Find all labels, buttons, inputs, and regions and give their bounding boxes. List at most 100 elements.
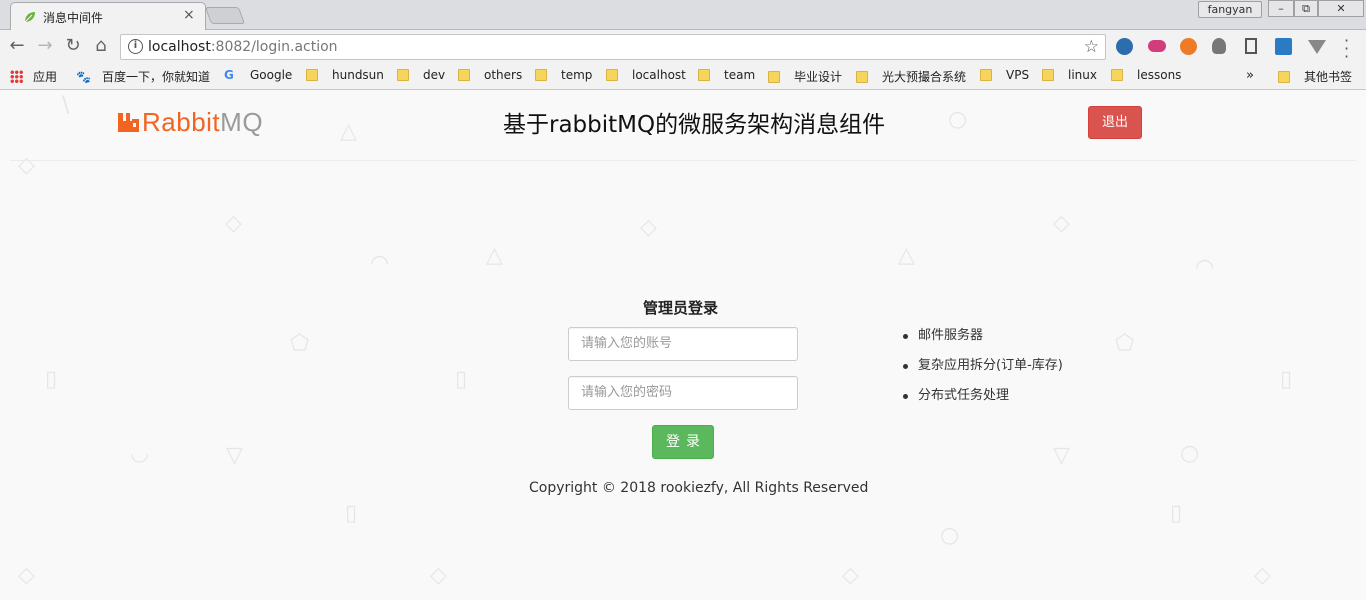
background-decoration: ⬠	[290, 331, 310, 356]
browser-tab[interactable]: 消息中间件 ×	[10, 2, 206, 30]
background-decoration: ◇	[225, 211, 242, 236]
folder-icon	[1278, 71, 1290, 83]
new-tab-button[interactable]	[204, 7, 246, 24]
logo-text: RabbitMQ	[142, 107, 264, 137]
bookmark-folder[interactable]: localhost	[606, 68, 686, 85]
url-path: :8082/login.action	[210, 39, 338, 55]
background-decoration: ○	[948, 107, 968, 132]
background-decoration: △	[340, 119, 357, 144]
folder-icon	[306, 69, 318, 81]
extension-v-icon[interactable]	[1308, 40, 1326, 54]
background-decoration: ▯	[1170, 501, 1183, 526]
login-title: 管理员登录	[643, 299, 719, 317]
maximize-button[interactable]: ⧉	[1294, 0, 1318, 17]
background-decoration: △	[486, 243, 503, 268]
feature-list: 邮件服务器 复杂应用拆分(订单-库存) 分布式任务处理	[903, 326, 1063, 416]
url-host: localhost	[148, 39, 211, 55]
list-item: 复杂应用拆分(订单-库存)	[903, 356, 1063, 386]
username-input[interactable]: 请输入您的账号	[568, 327, 798, 361]
folder-icon	[458, 69, 470, 81]
background-decoration: ▯	[45, 367, 58, 392]
list-item: 邮件服务器	[903, 326, 1063, 356]
bookmarks-more-button[interactable]: »	[1246, 68, 1254, 85]
background-decoration: ◇	[1254, 563, 1271, 588]
logout-button[interactable]: 退出	[1088, 106, 1142, 139]
background-decoration: ◇	[18, 153, 35, 178]
background-decoration: ○	[940, 523, 960, 548]
folder-icon	[1042, 69, 1054, 81]
tab-title: 消息中间件	[43, 11, 104, 25]
extension-bulb-icon[interactable]	[1212, 38, 1226, 54]
bookmark-folder[interactable]: 光大预撮合系统	[856, 68, 966, 85]
bookmark-folder[interactable]: others	[458, 68, 522, 85]
folder-icon	[856, 71, 868, 83]
url-text[interactable]: localhost:8082/login.action	[148, 39, 338, 55]
back-icon[interactable]: ←	[6, 35, 28, 57]
google-icon: G	[224, 68, 234, 82]
apps-icon	[10, 70, 23, 83]
background-decoration: ▽	[226, 443, 243, 468]
bookmark-icon[interactable]	[1245, 38, 1257, 54]
window-close-button[interactable]: ✕	[1318, 0, 1364, 17]
forward-icon[interactable]: →	[34, 35, 56, 57]
bookmark-folder[interactable]: temp	[535, 68, 592, 85]
home-icon[interactable]: ⌂	[90, 35, 112, 57]
folder-icon	[980, 69, 992, 81]
bookmark-folder[interactable]: VPS	[980, 68, 1029, 85]
browser-toolbar: ← → ↻ ⌂ i localhost:8082/login.action ☆ …	[0, 30, 1366, 65]
page-content: \ △ ○ ◇ ◇ ◇ ◇ △ △ ◠ ◠ ⬠ ⬠ ▯ ▯ ▯ ▽ ▽ ◡ ○ …	[0, 91, 1366, 600]
background-decoration: ◠	[1195, 255, 1215, 280]
extension-du-icon[interactable]	[1148, 40, 1166, 52]
rabbitmq-logo-icon	[118, 113, 139, 132]
bookmark-folder[interactable]: linux	[1042, 68, 1097, 85]
extension-e-icon[interactable]	[1116, 38, 1133, 55]
other-bookmarks[interactable]: 其他书签	[1278, 68, 1352, 85]
bookmark-folder[interactable]: lessons	[1111, 68, 1181, 85]
folder-icon	[768, 71, 780, 83]
bookmarks-bar: 应用 🐾 百度一下，你就知道 G Google hundsun dev others…	[0, 63, 1366, 90]
background-decoration: ▯	[1280, 367, 1293, 392]
background-decoration: ◇	[18, 563, 35, 588]
background-decoration: ▯	[345, 501, 358, 526]
background-decoration: \	[62, 93, 70, 118]
header-divider	[10, 160, 1356, 161]
profile-button[interactable]: fangyan	[1198, 1, 1262, 18]
page-title: 基于rabbitMQ的微服务架构消息组件	[503, 112, 886, 138]
spring-leaf-icon	[24, 12, 35, 23]
folder-icon	[397, 69, 409, 81]
menu-icon[interactable]: · · ·	[1344, 33, 1349, 65]
bookmark-baidu[interactable]: 🐾 百度一下，你就知道	[76, 68, 210, 85]
background-decoration: △	[898, 243, 915, 268]
background-decoration: ◠	[370, 251, 390, 276]
bookmark-folder[interactable]: hundsun	[306, 68, 384, 85]
bookmark-apps[interactable]: 应用	[10, 68, 57, 85]
background-decoration: ⬠	[1115, 331, 1135, 356]
address-bar[interactable]: i localhost:8082/login.action ☆	[120, 34, 1106, 60]
background-decoration: ◇	[430, 563, 447, 588]
background-decoration: ◇	[1053, 211, 1070, 236]
extension-s-icon[interactable]	[1275, 38, 1292, 55]
star-icon[interactable]: ☆	[1084, 37, 1099, 57]
background-decoration: ○	[1180, 441, 1200, 466]
bookmark-folder[interactable]: 毕业设计	[768, 68, 842, 85]
folder-icon	[606, 69, 618, 81]
background-decoration: ▯	[455, 367, 468, 392]
folder-icon	[1111, 69, 1123, 81]
folder-icon	[535, 69, 547, 81]
browser-tab-strip: 消息中间件 × fangyan – ⧉ ✕	[0, 0, 1366, 30]
info-icon[interactable]: i	[128, 39, 143, 54]
password-input[interactable]: 请输入您的密码	[568, 376, 798, 410]
baidu-icon: 🐾	[76, 70, 91, 84]
reload-icon[interactable]: ↻	[62, 35, 84, 57]
login-button[interactable]: 登录	[652, 425, 714, 459]
extension-orange-icon[interactable]	[1180, 38, 1197, 55]
minimize-button[interactable]: –	[1268, 0, 1294, 17]
bookmark-folder[interactable]: dev	[397, 68, 445, 85]
bookmark-folder[interactable]: team	[698, 68, 755, 85]
folder-icon	[698, 69, 710, 81]
bookmark-google[interactable]: G Google	[224, 68, 292, 85]
background-decoration: ◡	[130, 441, 150, 466]
close-icon[interactable]: ×	[183, 7, 195, 23]
copyright-text: Copyright © 2018 rookiezfy, All Rights R…	[529, 480, 869, 496]
background-decoration: ▽	[1053, 443, 1070, 468]
